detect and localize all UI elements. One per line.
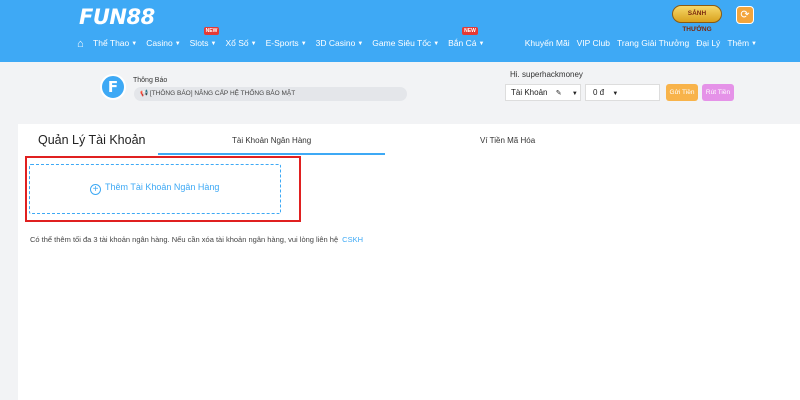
new-badge: NEW — [203, 27, 220, 35]
secondary-nav: Khuyến Mãi VIP Club Trang Giải Thưởng Đại L… — [518, 38, 757, 54]
balance-value: 0 đ — [593, 88, 605, 97]
nav-item[interactable]: Khuyến Mãi — [525, 38, 570, 48]
plus-circle-icon: + — [90, 184, 101, 195]
refresh-icon[interactable]: ⟳ — [736, 6, 754, 24]
account-select-label: Tài Khoản — [511, 88, 548, 97]
balance-select[interactable]: 0 đ ▼ — [585, 84, 660, 101]
nav-item[interactable]: Game Siêu Tốc ▼ — [372, 38, 439, 48]
bank-limit-info: Có thể thêm tối đa 3 tài khoản ngân hàng… — [30, 235, 363, 244]
chevron-down-icon: ▼ — [357, 41, 364, 47]
nav-item-label: Đại Lý — [696, 38, 721, 48]
nav-item[interactable]: Slots ▼ NEW — [189, 27, 220, 48]
add-bank-label: Thêm Tài Khoản Ngân Hàng — [105, 182, 220, 192]
chevron-down-icon: ▼ — [250, 41, 257, 47]
nav-item-label: Trang Giải Thưởng — [617, 38, 690, 48]
nav-item-label: Slots — [189, 38, 209, 48]
chevron-down-icon: ▼ — [751, 41, 757, 47]
home-icon[interactable]: ⌂ — [77, 38, 84, 50]
chevron-down-icon: ▼ — [433, 41, 440, 47]
active-tab-indicator — [158, 153, 385, 155]
nav-item[interactable]: VIP Club — [577, 38, 610, 48]
support-link[interactable]: CSKH — [342, 235, 363, 244]
tab-bank-account[interactable]: Tài Khoản Ngân Hàng — [232, 136, 311, 145]
notice-title: Thông Báo — [133, 77, 168, 84]
nav-item-label: 3D Casino — [315, 38, 356, 48]
chevron-down-icon: ▼ — [612, 91, 619, 97]
nav-item[interactable]: Thêm ▼ — [727, 38, 757, 48]
nav-item-label: Thêm — [727, 38, 750, 48]
nav-item-label: E-Sports — [265, 38, 299, 48]
deposit-button[interactable]: Gửi Tiền — [666, 84, 698, 101]
bank-limit-text: Có thể thêm tối đa 3 tài khoản ngân hàng… — [30, 235, 339, 244]
chevron-down-icon: ▼ — [174, 41, 181, 47]
nav-item[interactable]: Bắn Cá ▼ NEW — [448, 27, 485, 48]
nav-item-label: Bắn Cá — [448, 38, 477, 48]
nav-item[interactable]: Đại Lý — [696, 38, 720, 48]
top-header: FUN88 SẢNH THƯỞNG ⟳ ⌂ Thể Thao ▼ Casino ▼ Sl… — [0, 0, 800, 62]
nav-item-label: Game Siêu Tốc — [372, 38, 432, 48]
chevron-down-icon: ▼ — [300, 41, 307, 47]
notice-marquee[interactable]: 📢 [THÔNG BÁO] NÂNG CẤP HỆ THỐNG BẢO MẬT — [134, 87, 407, 101]
nav-item[interactable]: E-Sports ▼ — [266, 38, 307, 48]
account-management-panel: Quản Lý Tài Khoản Tài Khoản Ngân Hàng Ví… — [18, 124, 800, 400]
chevron-down-icon: ▼ — [210, 41, 217, 47]
nav-item[interactable]: Trang Giải Thưởng — [617, 38, 689, 48]
brand-logo[interactable]: FUN88 — [79, 5, 155, 29]
nav-item-label: Casino — [146, 38, 173, 48]
nav-item[interactable]: 3D Casino ▼ — [316, 38, 364, 48]
add-bank-account-button[interactable]: + Thêm Tài Khoản Ngân Hàng — [29, 164, 281, 214]
nav-item-label: VIP Club — [576, 38, 610, 48]
nav-item-label: Xổ Số — [225, 38, 249, 48]
user-greeting: Hi. superhackmoney — [510, 70, 583, 79]
chevron-down-icon: ▼ — [478, 41, 485, 47]
add-bank-content: + Thêm Tài Khoản Ngân Hàng — [90, 182, 219, 195]
nav-item[interactable]: Xổ Số ▼ — [226, 38, 257, 48]
withdraw-button[interactable]: Rút Tiền — [702, 84, 734, 101]
chevron-down-icon: ▼ — [571, 91, 578, 97]
chevron-down-icon: ▼ — [131, 41, 138, 47]
account-select[interactable]: Tài Khoản ✎ ▼ — [505, 84, 581, 101]
nav-item-label: Thể Thao — [93, 38, 130, 48]
reward-hall-badge[interactable]: SẢNH THƯỞNG — [672, 5, 722, 33]
edit-icon[interactable]: ✎ — [556, 90, 562, 97]
new-badge: NEW — [462, 27, 478, 35]
notice-avatar: F — [100, 74, 126, 100]
page-title: Quản Lý Tài Khoản — [38, 133, 146, 147]
nav-item-label: Khuyến Mãi — [524, 38, 570, 48]
main-nav: ⌂ Thể Thao ▼ Casino ▼ Slots ▼ NEW Xổ Số ▼ E-Sport… — [77, 27, 493, 54]
tab-crypto-wallet[interactable]: Ví Tiền Mã Hóa — [480, 136, 535, 145]
nav-item[interactable]: Casino ▼ — [146, 38, 180, 48]
nav-item[interactable]: Thể Thao ▼ — [93, 38, 137, 48]
